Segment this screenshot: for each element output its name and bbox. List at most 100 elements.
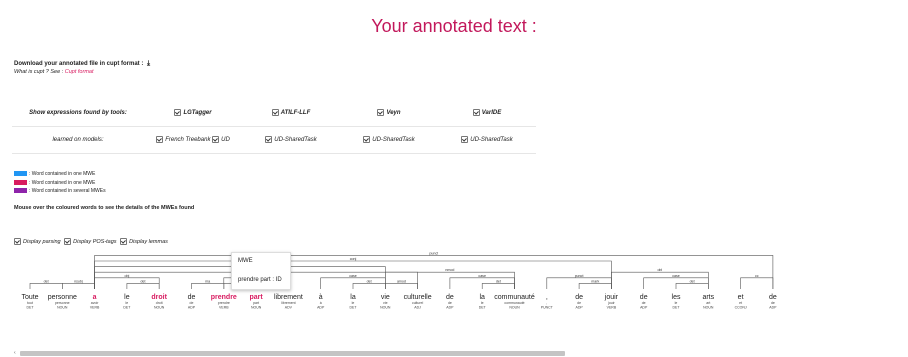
arc-label: conj xyxy=(350,257,357,261)
tooltip-title: MWE xyxy=(238,258,253,264)
display-pos-option[interactable]: Display POS-tags xyxy=(64,238,117,245)
cupt-info: What is cupt ? See : Cupt format xyxy=(14,69,93,75)
dependency-arc xyxy=(385,283,418,289)
cupt-format-link[interactable]: Cupt format xyxy=(65,69,94,75)
mwe-word[interactable]: a xyxy=(93,294,97,301)
tool-varide[interactable]: VarIDE xyxy=(438,100,536,127)
token-word: Toute xyxy=(21,294,38,301)
token-pos: ADP xyxy=(640,306,648,310)
token-pos: NOUN xyxy=(57,306,68,310)
checkbox-icon[interactable] xyxy=(174,109,182,117)
checkbox-icon[interactable] xyxy=(271,109,279,117)
checkbox-icon[interactable] xyxy=(363,136,371,144)
tool-lgtagger[interactable]: LGTagger xyxy=(144,100,242,127)
token-pos: NOUN xyxy=(509,306,520,310)
arc-label: case xyxy=(349,274,357,278)
legend-swatch xyxy=(14,179,27,185)
token-pos: PUNCT xyxy=(541,306,554,310)
dependency-arc xyxy=(352,283,386,289)
tools-table: Show expressions found by tools: LGTagge… xyxy=(12,100,536,154)
model-label: UD-SharedTask xyxy=(372,137,415,144)
arc-label: det xyxy=(690,279,695,283)
dependency-arc xyxy=(191,283,225,289)
option-label: Display lemmas xyxy=(129,238,168,245)
checkbox-icon[interactable] xyxy=(120,238,128,245)
mwe-word[interactable]: part xyxy=(249,294,263,301)
token-pos: NOUN xyxy=(154,306,165,310)
token-word: de xyxy=(446,294,454,301)
arc-label: det xyxy=(141,279,146,283)
token-lemma: part xyxy=(253,301,259,305)
color-legend: : Word contained in one MWE : Word conta… xyxy=(14,171,106,197)
arc-label: punct xyxy=(429,251,438,255)
tool-atilf[interactable]: ATILF-LLF xyxy=(242,100,340,127)
arc-label: obl xyxy=(657,268,662,272)
legend-text: : Word contained in one MWE xyxy=(29,171,96,177)
legend-swatch xyxy=(14,188,27,194)
token-lemma: librement xyxy=(281,301,295,305)
checkbox-icon[interactable] xyxy=(156,136,164,144)
token-lemma: et xyxy=(739,301,742,305)
arc-label: cc xyxy=(755,274,759,278)
checkbox-icon[interactable] xyxy=(461,136,469,144)
token-lemma: culturel xyxy=(412,301,424,305)
token-lemma: vie xyxy=(383,301,388,305)
token-lemma: , xyxy=(546,301,547,305)
mouse-hint: Mouse over the coloured words to see the… xyxy=(14,205,195,211)
token-pos: ADV xyxy=(285,306,293,310)
legend-swatch xyxy=(14,171,27,177)
arc-label: nmod xyxy=(445,268,454,272)
token-lemma: à xyxy=(320,301,322,305)
tool-veyn[interactable]: Veyn xyxy=(340,100,438,127)
token-pos: DET xyxy=(479,306,487,310)
token-word: les xyxy=(672,294,681,301)
option-label: Display POS-tags xyxy=(73,238,117,245)
token-pos: VERB xyxy=(607,306,617,310)
dependency-arc xyxy=(62,283,95,289)
tool-label: Veyn xyxy=(386,110,401,117)
token-word: arts xyxy=(702,294,714,301)
model-label: French Treebank xyxy=(165,137,211,144)
arc-label: case xyxy=(478,274,486,278)
token-word: de xyxy=(769,294,777,301)
token-pos: VERB xyxy=(90,306,100,310)
token-word: librement xyxy=(274,294,303,301)
horizontal-scrollbar[interactable] xyxy=(20,351,565,356)
scroll-left-icon[interactable]: ‹ xyxy=(14,350,16,356)
token-pos: DET xyxy=(27,306,35,310)
arc-label: obj xyxy=(125,274,130,278)
legend-text: : Word contained in one MWE xyxy=(29,179,96,186)
checkbox-icon[interactable] xyxy=(14,238,21,245)
token-word: la xyxy=(479,294,485,301)
models-lgtagger: French Treebank UD xyxy=(144,126,242,154)
model-label: UD-SharedTask xyxy=(274,137,317,144)
token-lemma: de xyxy=(771,301,775,305)
checkbox-icon[interactable] xyxy=(64,238,72,245)
display-lemmas-option[interactable]: Display lemmas xyxy=(120,238,168,245)
download-icon[interactable]: ⤓ xyxy=(147,60,150,67)
legend-item: : Word contained in one MWE xyxy=(14,180,106,187)
legend-item: : Word contained in several MWEs xyxy=(14,188,106,195)
token-lemma: de xyxy=(448,301,452,305)
checkbox-icon[interactable] xyxy=(472,109,480,117)
arc-label: nsubj xyxy=(74,279,83,283)
models-atilf: UD-SharedTask xyxy=(242,126,340,154)
token-lemma: de xyxy=(190,301,194,305)
dependency-arc xyxy=(578,283,612,289)
dependency-arc xyxy=(481,283,515,289)
token-word: , xyxy=(546,294,548,301)
checkbox-icon[interactable] xyxy=(265,136,273,144)
mwe-word[interactable]: droit xyxy=(151,294,167,301)
dependency-arc xyxy=(29,283,63,289)
token-lemma: communauté xyxy=(504,301,524,305)
token-lemma: le xyxy=(352,301,355,305)
checkbox-icon[interactable] xyxy=(377,109,385,117)
token-word: de xyxy=(188,294,196,301)
display-parsing-option[interactable]: Display parsing xyxy=(14,238,61,245)
token-lemma: art xyxy=(706,301,710,305)
token-pos: ADP xyxy=(317,306,325,310)
mwe-word[interactable]: prendre xyxy=(211,294,237,301)
checkbox-icon[interactable] xyxy=(212,136,220,144)
models-row-label: learned on models: xyxy=(12,126,144,154)
arc-label: punct xyxy=(575,274,584,278)
